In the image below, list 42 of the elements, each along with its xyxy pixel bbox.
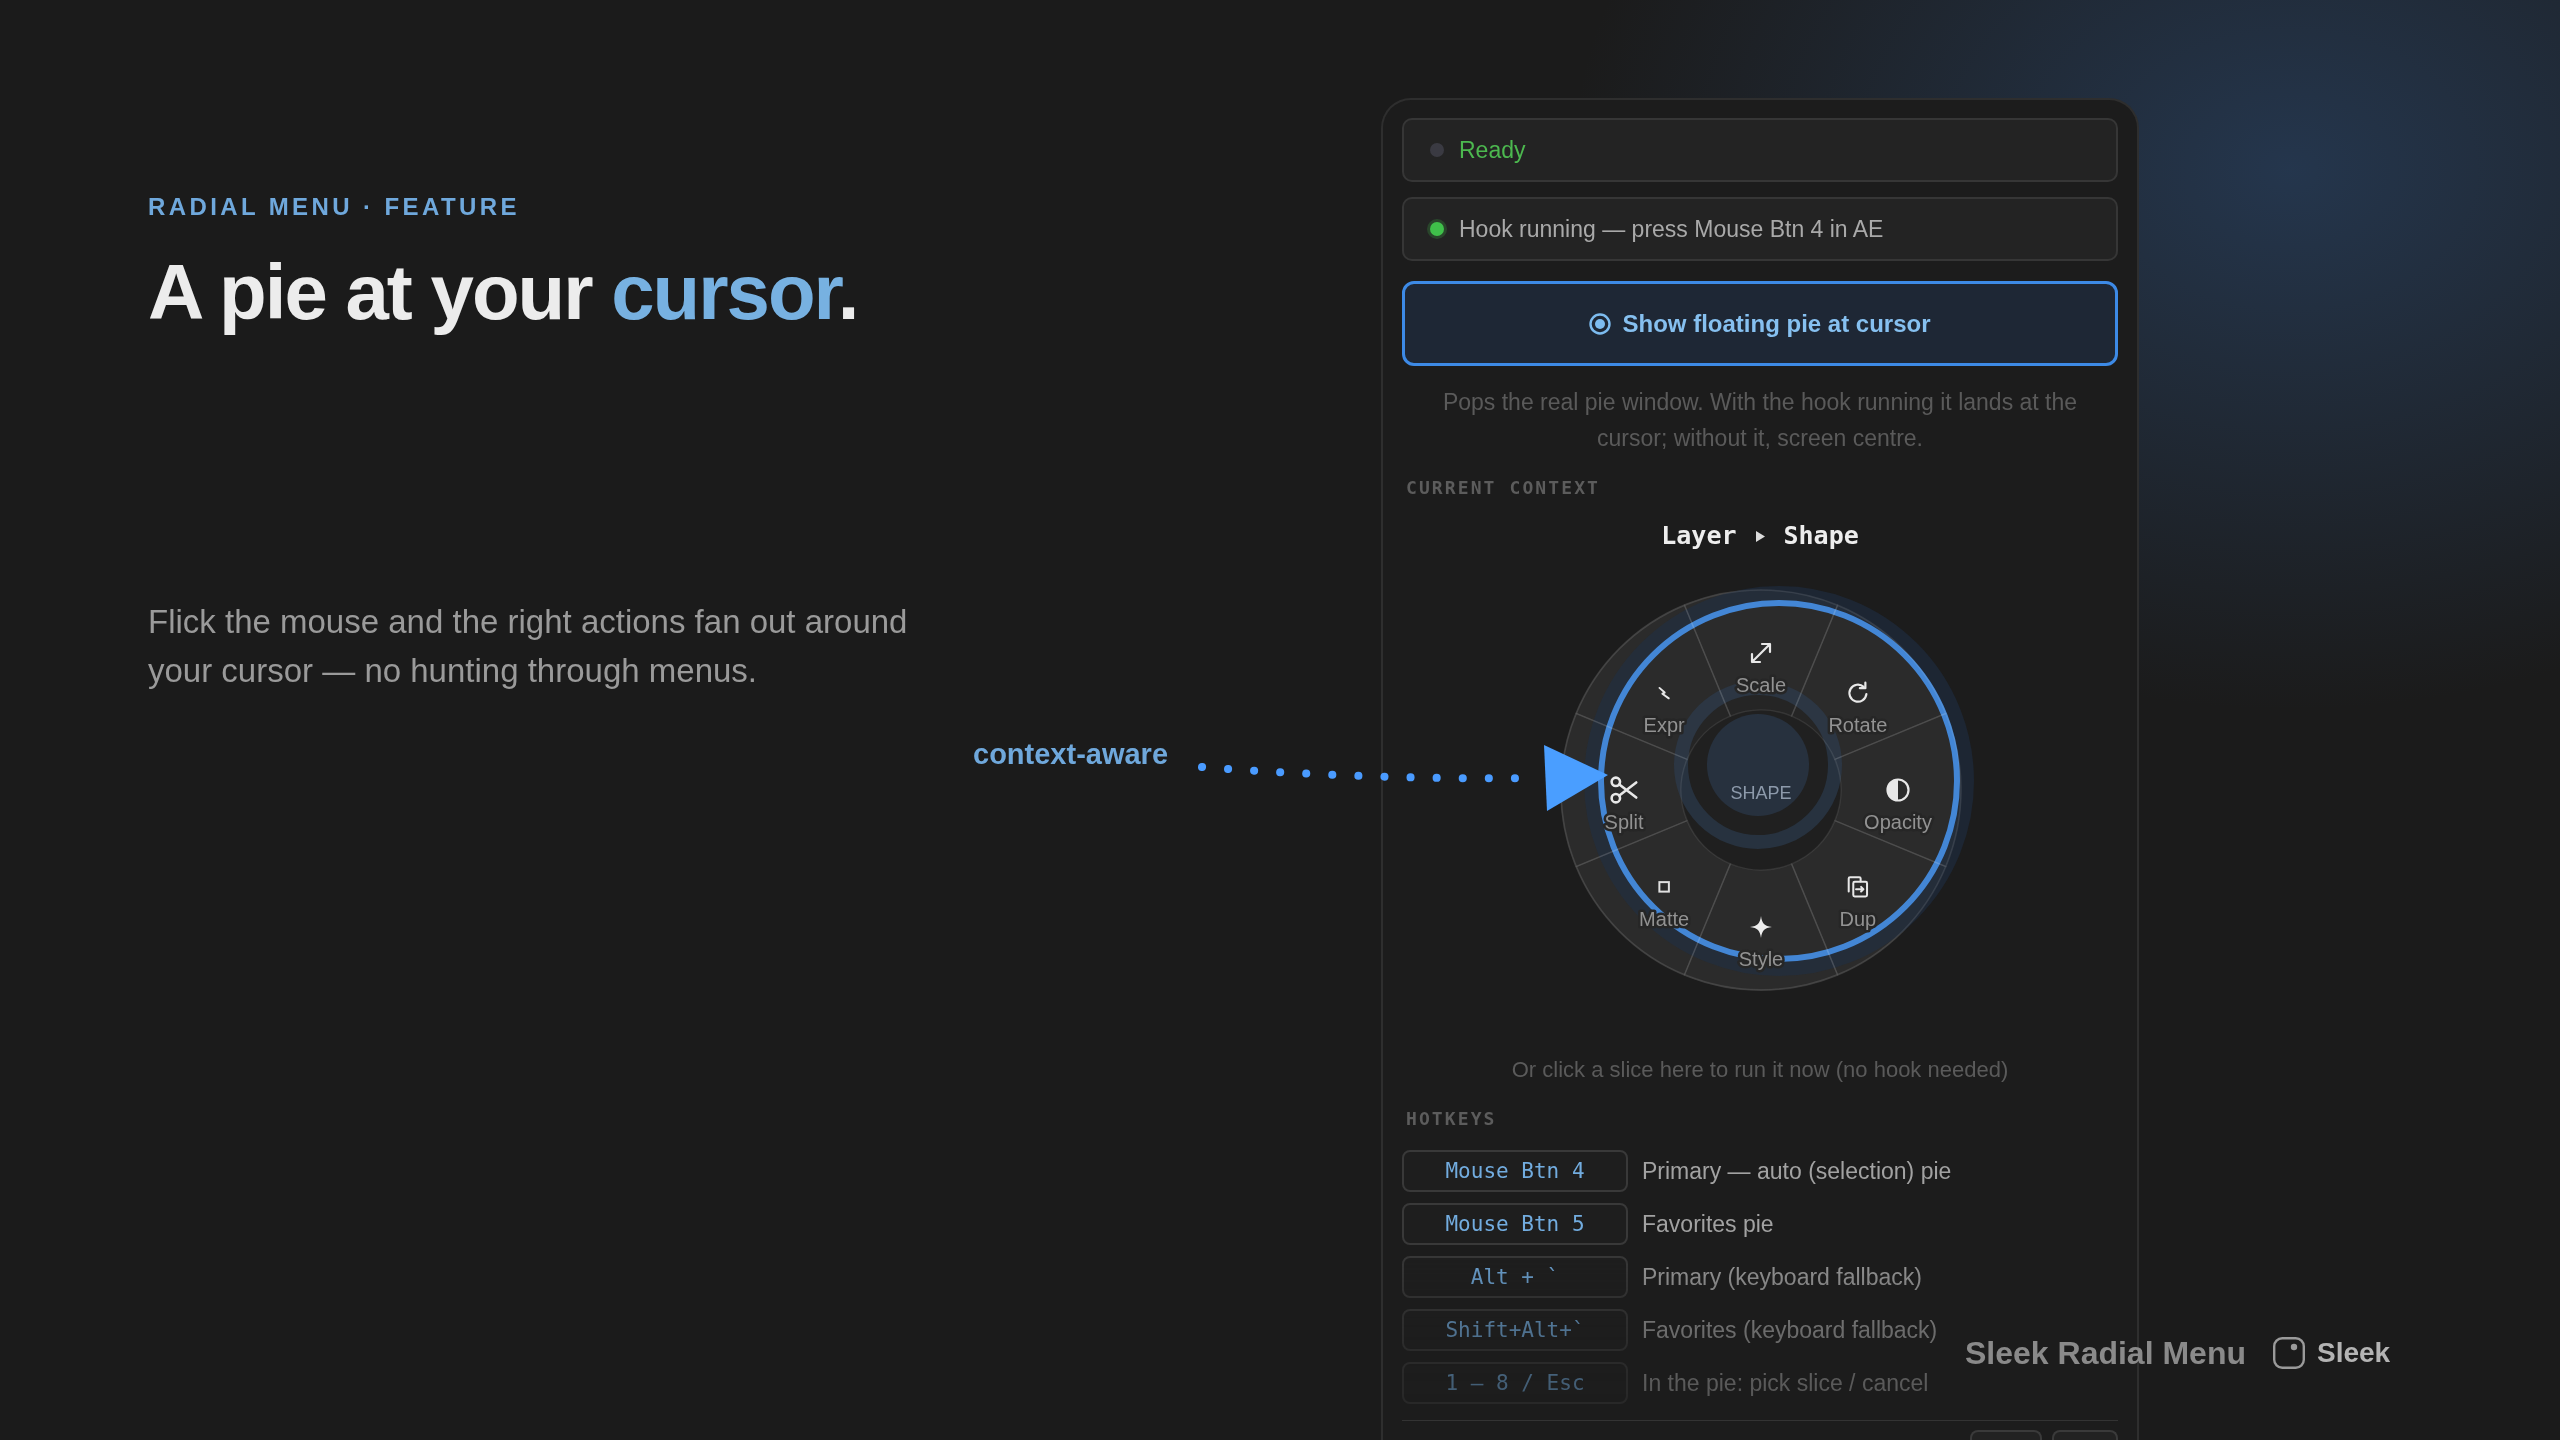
hotkey-key: Alt + `	[1402, 1256, 1628, 1298]
brand-name: Sleek	[2317, 1336, 2391, 1370]
status-text: Hook running — press Mouse Btn 4 in AE	[1459, 215, 1884, 244]
pie-slice[interactable]: Scale	[1683, 589, 1839, 717]
hint-text: Or click a slice here to run it now (no hook needed)	[1511, 1056, 2009, 1084]
callout-label: context-aware	[973, 737, 1168, 771]
resize-arrows-icon	[1750, 642, 1772, 664]
brand-title: Sleek Radial Menu	[1965, 1334, 2246, 1372]
half-circle-icon	[1886, 778, 1910, 802]
hint-text: Pops the real pie window. With the hook running it lands at the cursor; without it, screen centre.	[1441, 388, 2079, 453]
hotkey-key: Shift+Alt+`	[1402, 1309, 1628, 1351]
scissors-icon	[1610, 776, 1638, 804]
lightning-icon	[1658, 686, 1670, 700]
footer-button[interactable]	[1970, 1430, 2042, 1440]
eyebrow-label: RADIAL MENU · FEATURE	[148, 193, 520, 221]
sparkle-icon	[1750, 916, 1772, 938]
radio-icon	[1589, 312, 1612, 335]
hotkey-key: Mouse Btn 4	[1402, 1150, 1628, 1192]
section-heading: HOTKEYS	[1405, 1107, 1497, 1131]
caret-right-icon	[1755, 530, 1765, 542]
copy-icon	[1847, 876, 1869, 898]
hotkey-description: Favorites (keyboard fallback)	[1642, 1316, 1938, 1345]
breadcrumb-item: Shape	[1783, 520, 1859, 552]
breadcrumb-item: Layer	[1661, 520, 1737, 552]
footer-button[interactable]	[2052, 1430, 2118, 1440]
intro-paragraph: Flick the mouse and the right actions fan out around your cursor — no hunting through menus.	[148, 602, 909, 691]
headline: A pie at your cursor.	[148, 249, 858, 335]
status-text: Ready	[1459, 136, 1526, 165]
pie-center-label: SHAPE	[1730, 783, 1792, 803]
pie-slice[interactable]: Expr	[1575, 604, 1732, 761]
pie-slice[interactable]: Rotate	[1790, 604, 1947, 761]
hotkey-description: Primary (keyboard fallback)	[1642, 1263, 1922, 1292]
section-heading: CURRENT CONTEXT	[1405, 476, 1601, 500]
square-icon	[1658, 881, 1670, 893]
logo-icon	[2273, 1337, 2305, 1369]
hotkey-key: 1 – 8 / Esc	[1402, 1362, 1628, 1404]
show-pie-button[interactable]: Show floating pie at cursor	[1402, 281, 2118, 366]
hotkey-key: Mouse Btn 5	[1402, 1203, 1628, 1245]
hotkey-description: Primary — auto (selection) pie	[1642, 1157, 1952, 1186]
hotkey-description: Favorites pie	[1642, 1210, 1774, 1239]
rotate-arrow-icon	[1848, 681, 1868, 703]
hotkey-description: In the pie: pick slice / cancel	[1642, 1369, 1929, 1398]
